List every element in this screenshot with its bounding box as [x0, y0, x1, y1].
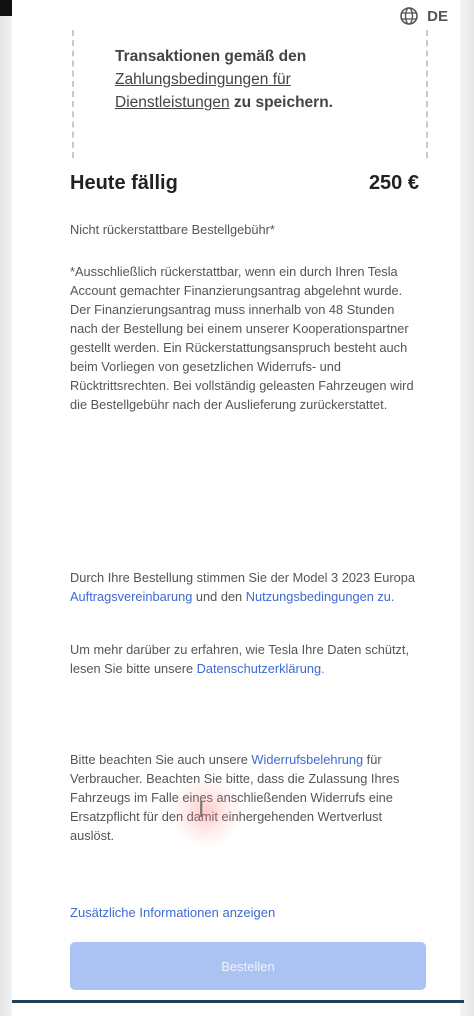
order-agreement-link[interactable]: Auftragsvereinbarung	[70, 589, 192, 604]
terms-line1: Transaktionen gemäß den	[115, 48, 307, 65]
fee-label: Nicht rückerstattbare Bestellgebühr*	[70, 222, 275, 237]
order-button[interactable]: Bestellen	[70, 942, 426, 990]
due-today-label: Heute fällig	[70, 172, 178, 194]
order-summary-panel	[12, 0, 460, 1006]
withdrawal-prefix: Bitte beachten Sie auch unsere	[70, 752, 252, 767]
payment-terms-text: Transaktionen gemäß den Zahlungsbedingun…	[115, 45, 405, 114]
due-today-row: Heute fällig 250 €	[70, 172, 419, 195]
due-today-amount: 250 €	[368, 172, 419, 194]
refund-note: *Ausschließlich rückerstattbar, wenn ein…	[70, 264, 414, 412]
agreement-text: Durch Ihre Bestellung stimmen Sie der Mo…	[70, 568, 420, 606]
privacy-text: Um mehr darüber zu erfahren, wie Tesla I…	[70, 640, 420, 678]
withdrawal-policy-link[interactable]: Widerrufsbelehrung	[251, 752, 363, 767]
terms-box-right-border	[426, 30, 428, 158]
cursor-highlight	[170, 776, 242, 848]
language-code: DE	[427, 7, 448, 25]
agreement-prefix: Durch Ihre Bestellung stimmen Sie der Mo…	[70, 570, 415, 585]
terms-of-use-link[interactable]: Nutzungsbedingungen zu.	[246, 589, 395, 604]
bottom-border	[12, 1000, 464, 1003]
globe-icon	[400, 7, 418, 25]
withdrawal-text: Bitte beachten Sie auch unsere Widerrufs…	[70, 750, 420, 845]
agreement-middle: und den	[192, 589, 246, 604]
left-frame	[0, 0, 12, 1016]
terms-box-left-border	[72, 30, 74, 158]
text-cursor-icon: Ⅰ	[198, 797, 205, 822]
terms-line-end: zu speichern.	[233, 94, 333, 111]
show-more-info-link[interactable]: Zusätzliche Informationen anzeigen	[70, 903, 420, 922]
privacy-policy-link[interactable]: Datenschutzerklärung.	[197, 661, 325, 676]
right-frame	[460, 0, 474, 1016]
language-selector[interactable]: DE	[399, 6, 448, 26]
